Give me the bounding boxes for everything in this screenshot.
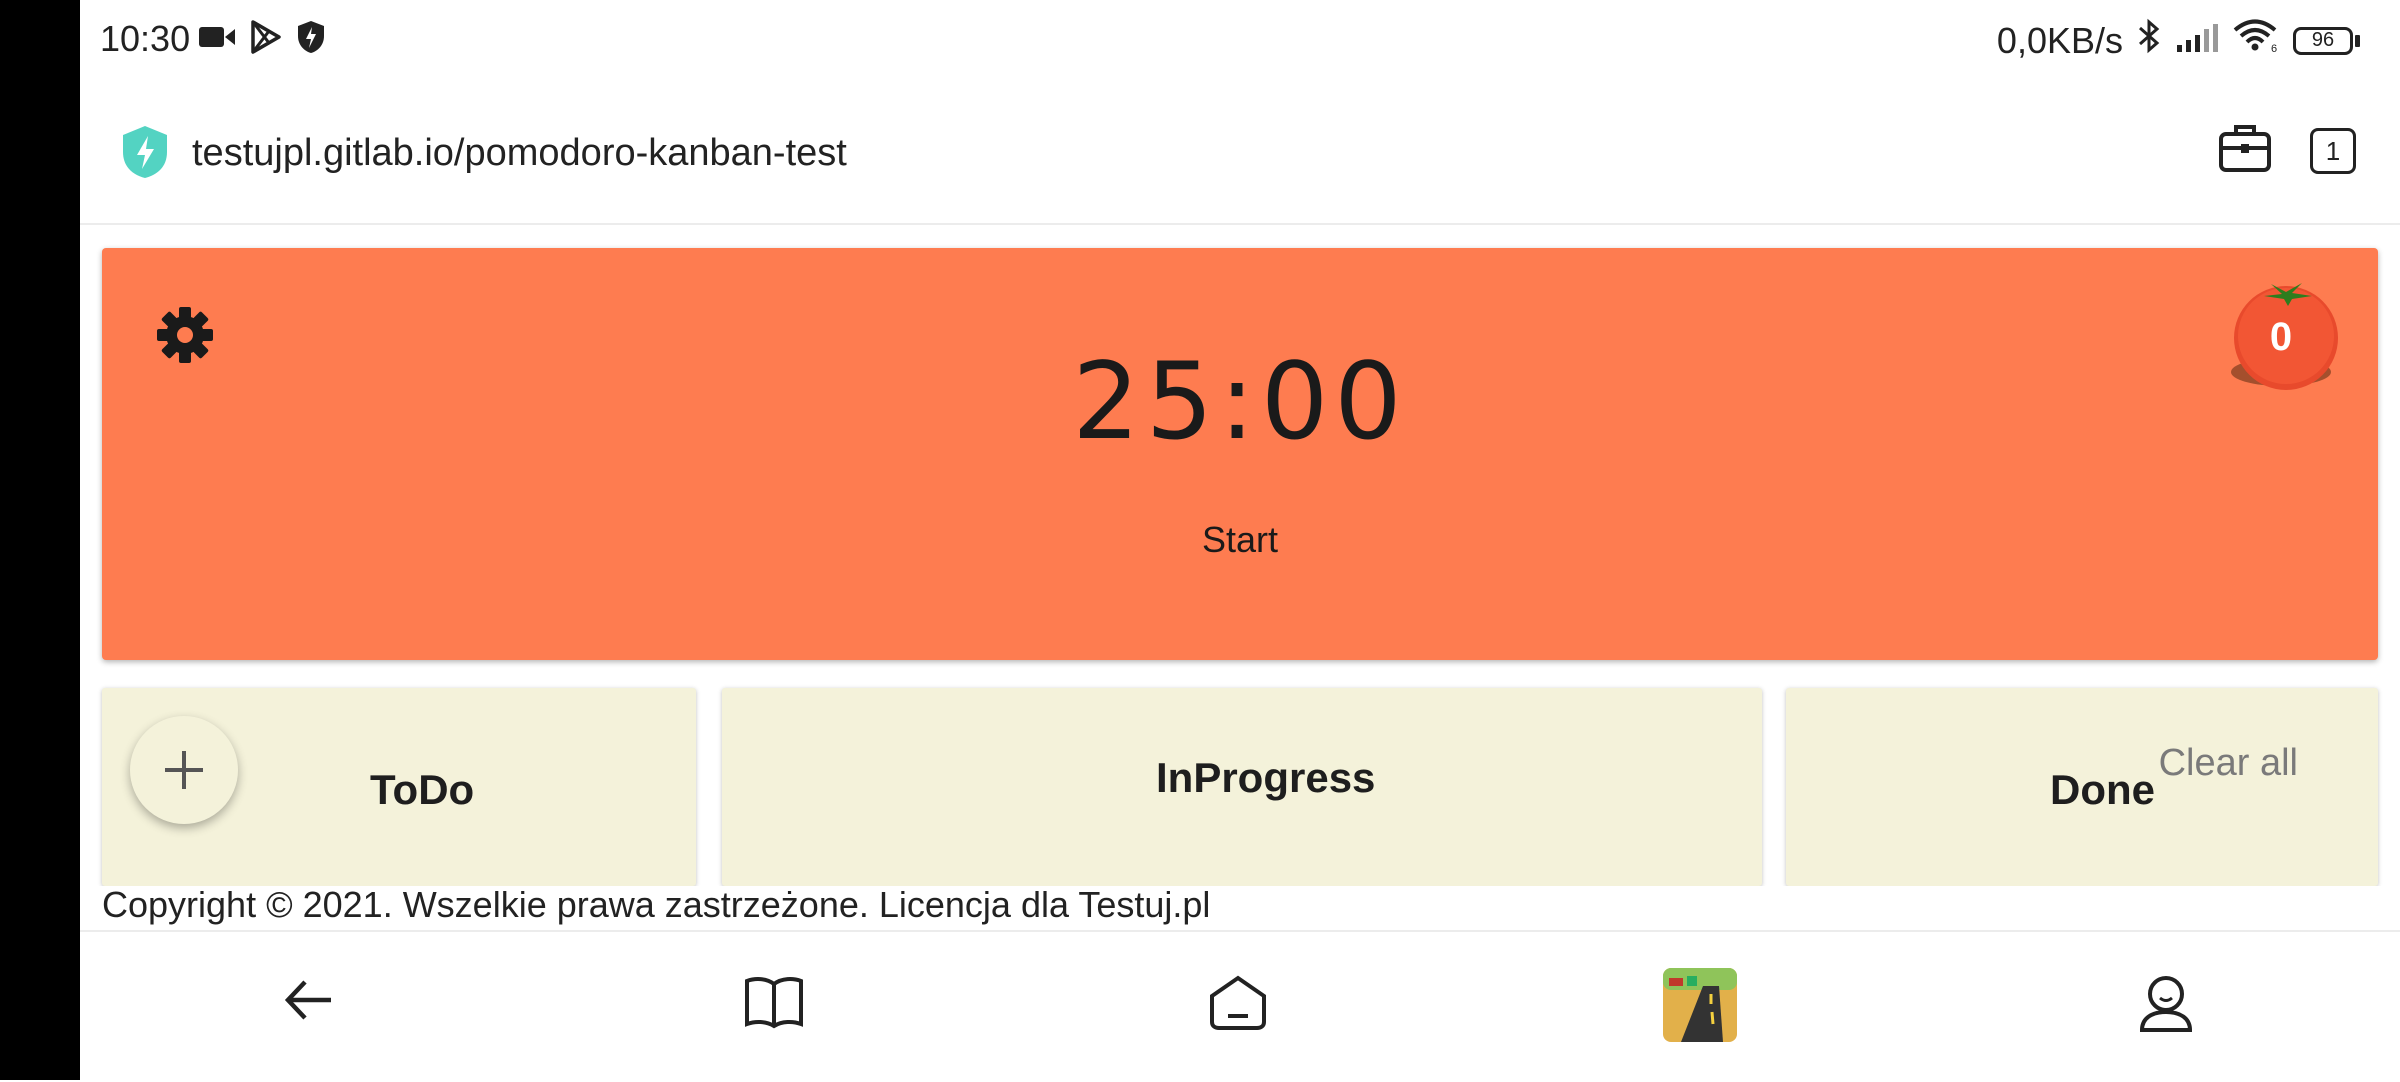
battery-icon: 96 [2293,26,2360,55]
network-speed: 0,0KB/s [1996,19,2123,61]
column-done: Done Clear all [1786,688,2378,886]
status-bar: 10:30 0,0KB/s 6 96 [80,0,2400,80]
svg-text:6: 6 [2271,43,2277,53]
pomodoro-counter: 0 [2226,280,2346,400]
briefcase-icon[interactable] [2218,122,2272,179]
column-title-inprogress: InProgress [1156,754,1376,801]
column-inprogress: InProgress [722,688,1762,886]
pomodoro-count: 0 [2269,315,2293,359]
secure-shield-icon[interactable] [120,124,170,185]
book-icon[interactable] [743,974,805,1035]
video-icon [198,24,236,55]
profile-icon[interactable] [2138,974,2194,1037]
tabs-count-button[interactable]: 1 [2310,128,2356,174]
home-icon[interactable] [1208,974,1268,1037]
browser-url-bar: testujpl.gitlab.io/pomodoro-kanban-test … [80,90,2400,225]
add-task-button[interactable] [130,716,238,824]
bluetooth-icon [2137,18,2161,63]
pomodoro-timer-panel: 25:00 Start 0 [102,248,2378,660]
bottom-navigation [80,930,2400,1082]
play-store-icon [250,20,282,59]
column-title-todo: ToDo [370,766,475,813]
shield-icon [296,20,326,59]
back-icon[interactable] [283,974,335,1031]
battery-level: 96 [2293,26,2353,55]
wifi-icon: 6 [2233,19,2279,62]
screen: 10:30 0,0KB/s 6 96 testujpl.gitlab.io/po… [80,0,2400,1082]
plus-icon [165,751,203,789]
timer-display: 25:00 [1072,340,1408,463]
clear-all-button[interactable]: Clear all [2159,742,2298,785]
status-left-icons [198,20,326,59]
left-black-bar [0,0,80,1080]
app-thumbnail-icon[interactable] [1663,968,1737,1047]
column-title-done: Done [2050,766,2155,813]
url-text[interactable]: testujpl.gitlab.io/pomodoro-kanban-test [192,132,847,175]
signal-icon [2175,20,2219,62]
copyright-text: Copyright © 2021. Wszelkie prawa zastrze… [102,884,1211,925]
status-time: 10:30 [100,18,191,59]
status-right: 0,0KB/s 6 96 [1997,18,2360,63]
start-button[interactable]: Start [1170,510,1310,570]
